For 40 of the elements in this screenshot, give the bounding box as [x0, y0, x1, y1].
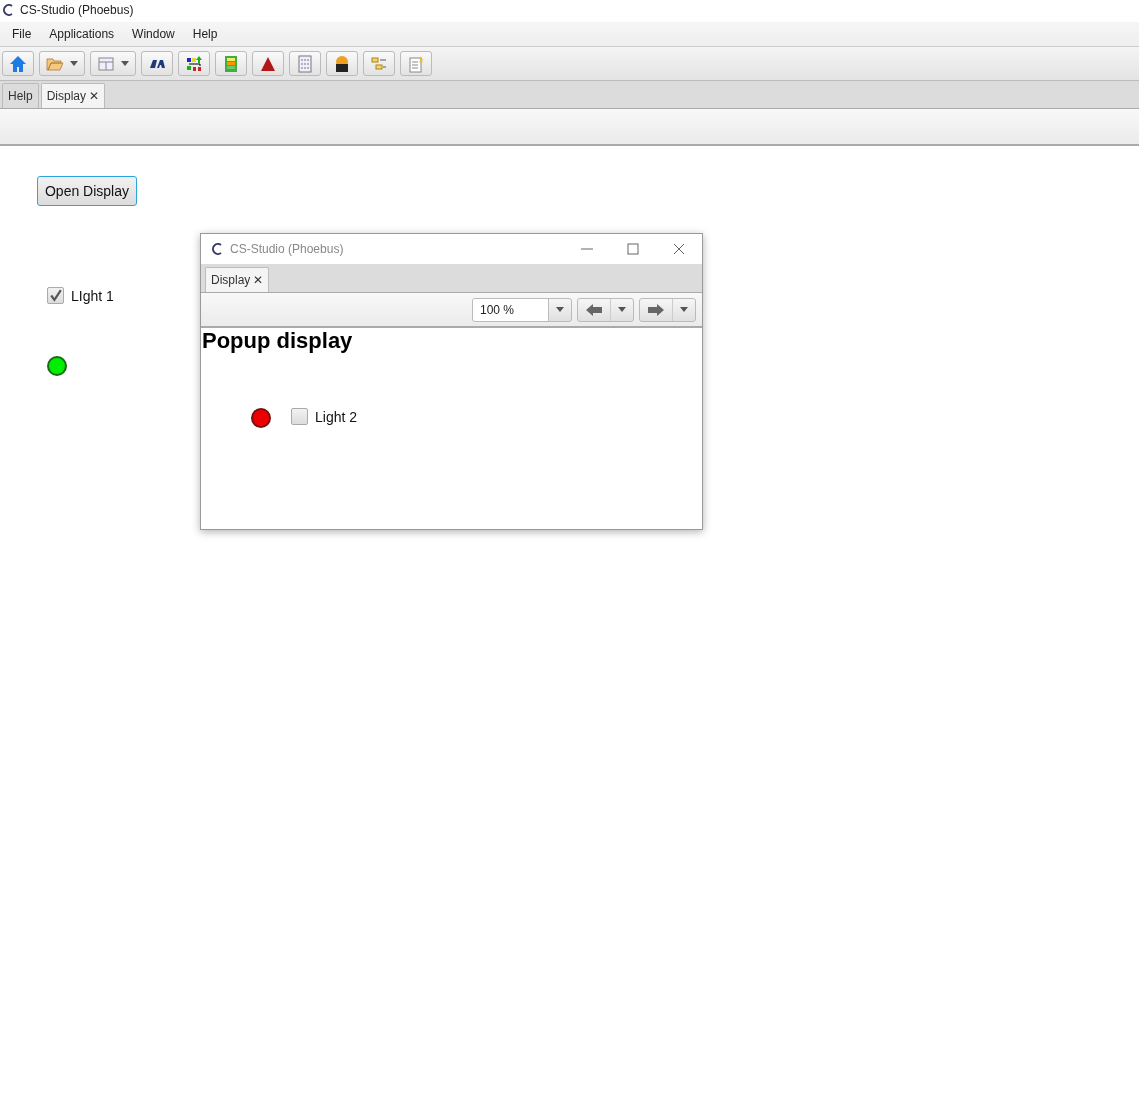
tab[interactable]: Display ✕ [40, 83, 106, 108]
right-arrow-icon [648, 303, 664, 316]
caret-icon [70, 61, 78, 66]
badge-icon [333, 54, 351, 73]
toolbar-button[interactable] [141, 51, 173, 76]
app-logo-icon [1, 4, 15, 16]
close-icon[interactable]: ✕ [89, 89, 100, 103]
menu-item[interactable]: Window [132, 27, 175, 41]
menu-item[interactable]: Help [192, 27, 218, 41]
toolbar-button[interactable] [178, 51, 210, 76]
layout-icon [97, 54, 115, 73]
window-title: CS-Studio (Phoebus) [20, 3, 134, 17]
tab[interactable]: Display ✕ [205, 267, 270, 292]
table-icon [222, 54, 240, 73]
window-title: CS-Studio (Phoebus) [230, 242, 344, 256]
network-icon [185, 54, 203, 73]
display-heading: Popup display [202, 328, 353, 354]
note-icon [407, 54, 425, 73]
caret-icon [680, 307, 688, 312]
menu-item[interactable]: Applications [49, 27, 115, 41]
caret-icon [556, 307, 564, 312]
zoom-field[interactable]: 100 % [473, 298, 549, 321]
checkbox-label: Light 2 [315, 408, 358, 425]
checkbox[interactable] [291, 408, 308, 425]
tree-icon [370, 54, 388, 73]
left-arrow-icon [586, 303, 602, 316]
toolbar-button[interactable] [326, 51, 358, 76]
close-icon[interactable] [673, 243, 685, 255]
app-logo-icon [210, 243, 224, 255]
caret-icon [618, 307, 626, 312]
home-icon [9, 54, 27, 73]
tab[interactable]: Help [2, 83, 39, 108]
checkbox-label: LIght 1 [71, 287, 114, 304]
caret-icon [121, 61, 129, 66]
open-display-button[interactable]: Open Display [37, 176, 137, 206]
checkbox[interactable] [47, 287, 64, 304]
toolbar-button[interactable] [252, 51, 284, 76]
menu-item[interactable]: File [12, 27, 32, 41]
list-icon [296, 54, 314, 73]
maximize-icon[interactable] [627, 243, 639, 255]
